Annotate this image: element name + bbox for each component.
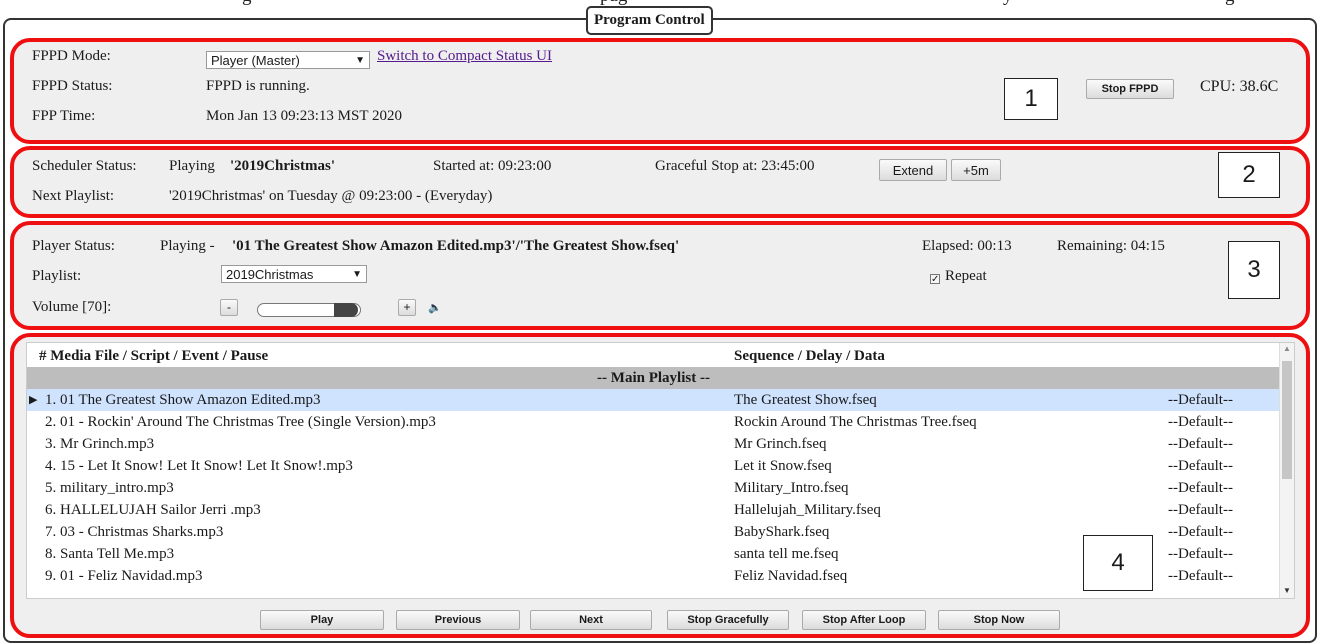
fppd-status-value: FPPD is running. xyxy=(206,78,310,94)
data-cell: --Default-- xyxy=(1168,458,1233,474)
volume-speaker-icon: 🔈 xyxy=(428,302,442,314)
sequence-cell: Military_Intro.fseq xyxy=(734,480,849,496)
fpp-time-label: FPP Time: xyxy=(32,108,96,124)
data-cell: --Default-- xyxy=(1168,568,1233,584)
fppd-mode-label: FPPD Mode: xyxy=(32,48,111,64)
fppd-mode-select[interactable]: Player (Master) ▼ xyxy=(206,51,370,69)
playlist-select-value: 2019Christmas xyxy=(226,267,314,282)
stop-gracefully-button[interactable]: Stop Gracefully xyxy=(667,610,789,630)
play-button[interactable]: Play xyxy=(260,610,384,630)
extend-button[interactable]: Extend xyxy=(879,159,947,181)
media-file-cell: 2. 01 - Rockin' Around The Christmas Tre… xyxy=(45,414,436,430)
volume-slider-thumb[interactable] xyxy=(334,303,358,317)
data-cell: --Default-- xyxy=(1168,502,1233,518)
table-header: # Media File / Script / Event / Pause Se… xyxy=(27,345,1280,367)
sequence-cell: Rockin Around The Christmas Tree.fseq xyxy=(734,414,977,430)
annotation-marker-2: 2 xyxy=(1218,152,1280,198)
data-cell: --Default-- xyxy=(1168,546,1233,562)
volume-up-button[interactable]: + xyxy=(398,299,416,316)
data-cell: --Default-- xyxy=(1168,480,1233,496)
next-playlist-value: '2019Christmas' on Tuesday @ 09:23:00 - … xyxy=(169,188,493,204)
stop-fppd-button[interactable]: Stop FPPD xyxy=(1086,79,1174,99)
data-cell: --Default-- xyxy=(1168,436,1233,452)
sequence-cell: Hallelujah_Military.fseq xyxy=(734,502,881,518)
play-indicator-icon: ▶ xyxy=(29,394,38,406)
data-cell: --Default-- xyxy=(1168,414,1233,430)
sequence-cell: Mr Grinch.fseq xyxy=(734,436,827,452)
dropdown-arrow-icon: ▼ xyxy=(355,55,365,66)
main-playlist-header: -- Main Playlist -- xyxy=(27,367,1280,389)
scheduler-section xyxy=(10,146,1310,218)
next-button[interactable]: Next xyxy=(530,610,652,630)
volume-label: Volume [70]: xyxy=(32,299,112,315)
elapsed-time: Elapsed: 00:13 xyxy=(922,238,1012,254)
extend-5m-button[interactable]: +5m xyxy=(951,159,1001,181)
volume-down-button[interactable]: - xyxy=(220,299,238,316)
cropped-text: g xyxy=(1225,0,1235,6)
media-file-cell: 4. 15 - Let It Snow! Let It Snow! Let It… xyxy=(45,458,353,474)
remaining-time: Remaining: 04:15 xyxy=(1057,238,1165,254)
scrollbar-thumb[interactable] xyxy=(1282,361,1292,479)
player-now-playing: '01 The Greatest Show Amazon Edited.mp3'… xyxy=(232,238,680,254)
sequence-cell: Let it Snow.fseq xyxy=(734,458,832,474)
data-cell: --Default-- xyxy=(1168,392,1233,408)
stop-after-loop-button[interactable]: Stop After Loop xyxy=(802,610,926,630)
sequence-cell: santa tell me.fseq xyxy=(734,546,839,562)
fppd-mode-value: Player (Master) xyxy=(211,53,300,68)
scheduler-status-label: Scheduler Status: xyxy=(32,158,137,174)
sequence-cell: Feliz Navidad.fseq xyxy=(734,568,848,584)
fppd-status-label: FPPD Status: xyxy=(32,78,113,94)
repeat-checkbox[interactable]: ✓ xyxy=(930,274,940,285)
program-control-legend: Program Control xyxy=(586,6,713,35)
next-playlist-label: Next Playlist: xyxy=(32,188,115,204)
playlist-scrollbar[interactable]: ▲ ▼ xyxy=(1279,343,1294,598)
cpu-temperature: CPU: 38.6C xyxy=(1200,78,1279,95)
media-file-cell: 5. military_intro.mp3 xyxy=(45,480,174,496)
table-row[interactable]: 2. 01 - Rockin' Around The Christmas Tre… xyxy=(27,411,1280,433)
column-header-sequence: Sequence / Delay / Data xyxy=(734,348,885,364)
cropped-text: y xyxy=(1003,0,1013,6)
player-status-prefix: Playing - xyxy=(160,238,215,254)
scheduler-graceful-stop: Graceful Stop at: 23:45:00 xyxy=(655,158,815,174)
playlist-select[interactable]: 2019Christmas ▼ xyxy=(221,265,367,283)
media-file-cell: 3. Mr Grinch.mp3 xyxy=(45,436,155,452)
previous-button[interactable]: Previous xyxy=(396,610,520,630)
annotation-marker-4: 4 xyxy=(1083,535,1153,591)
scheduler-status-prefix: Playing xyxy=(169,158,215,174)
playlist-label: Playlist: xyxy=(32,268,82,284)
table-row[interactable]: ▶ 1. 01 The Greatest Show Amazon Edited.m… xyxy=(27,389,1280,411)
media-file-cell: 1. 01 The Greatest Show Amazon Edited.mp… xyxy=(45,392,321,408)
fpp-time-value: Mon Jan 13 09:23:13 MST 2020 xyxy=(206,108,402,124)
volume-slider[interactable] xyxy=(257,303,377,317)
sequence-cell: BabyShark.fseq xyxy=(734,524,830,540)
sequence-cell: The Greatest Show.fseq xyxy=(734,392,877,408)
column-header-media: # Media File / Script / Event / Pause xyxy=(39,348,269,364)
dropdown-arrow-icon: ▼ xyxy=(352,269,362,280)
annotation-marker-3: 3 xyxy=(1228,241,1280,299)
stop-now-button[interactable]: Stop Now xyxy=(938,610,1060,630)
annotation-marker-1: 1 xyxy=(1004,78,1058,120)
scheduler-started-at: Started at: 09:23:00 xyxy=(433,158,552,174)
media-file-cell: 6. HALLELUJAH Sailor Jerri .mp3 xyxy=(45,502,261,518)
table-row[interactable]: 3. Mr Grinch.mp3 Mr Grinch.fseq --Default-… xyxy=(27,433,1280,455)
player-status-label: Player Status: xyxy=(32,238,115,254)
table-row[interactable]: 6. HALLELUJAH Sailor Jerri .mp3 Halleluja… xyxy=(27,499,1280,521)
media-file-cell: 8. Santa Tell Me.mp3 xyxy=(45,546,175,562)
scroll-up-arrow-icon[interactable]: ▲ xyxy=(1283,344,1291,353)
scheduler-playlist-name: '2019Christmas' xyxy=(230,158,335,174)
table-row[interactable]: 4. 15 - Let It Snow! Let It Snow! Let It… xyxy=(27,455,1280,477)
cropped-text: g xyxy=(242,0,252,6)
repeat-label: Repeat xyxy=(945,268,987,284)
media-file-cell: 9. 01 - Feliz Navidad.mp3 xyxy=(45,568,203,584)
checkbox-icon: ✓ xyxy=(931,274,940,285)
scroll-down-arrow-icon[interactable]: ▼ xyxy=(1283,586,1291,595)
compact-status-link[interactable]: Switch to Compact Status UI xyxy=(377,48,552,65)
table-row[interactable]: 5. military_intro.mp3 Military_Intro.fseq… xyxy=(27,477,1280,499)
data-cell: --Default-- xyxy=(1168,524,1233,540)
media-file-cell: 7. 03 - Christmas Sharks.mp3 xyxy=(45,524,224,540)
